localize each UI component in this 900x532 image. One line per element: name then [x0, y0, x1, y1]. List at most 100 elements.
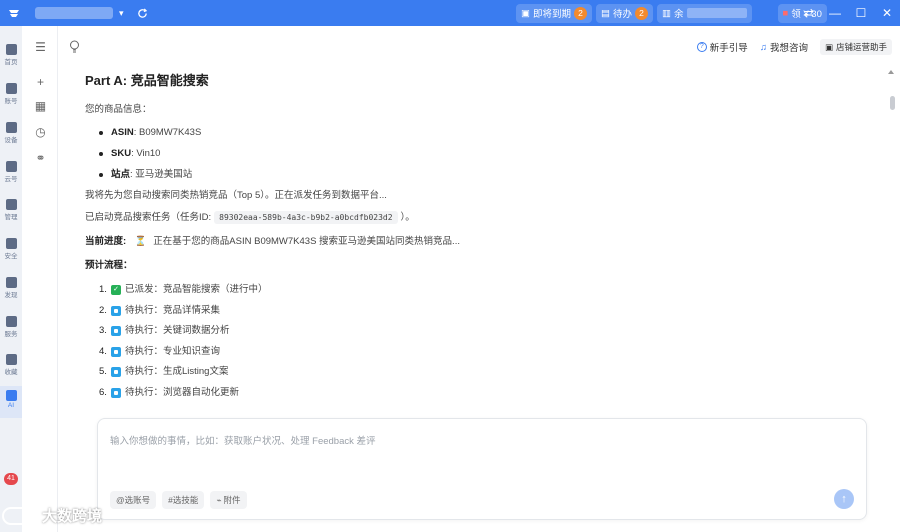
pending-icon — [111, 326, 121, 337]
nav-label: 云号 — [4, 176, 18, 183]
lightbulb-icon[interactable] — [69, 40, 81, 54]
consult-label: 我想咨询 — [769, 43, 808, 54]
minimize-button[interactable]: — — [822, 6, 848, 20]
nav-label: 账号 — [4, 98, 18, 105]
step-number: 5. — [99, 366, 107, 378]
intro-text: 您的商品信息： — [85, 104, 152, 115]
input-chips: @选账号 #选技能 ⌁ 附件 — [110, 491, 247, 509]
expiring-label: 即将到期 — [532, 9, 571, 20]
help-icon: ? — [696, 42, 707, 52]
nav-label: 首页 — [4, 59, 18, 66]
security-icon — [5, 238, 17, 249]
account-icon — [5, 83, 17, 94]
nav-item-cloud[interactable]: 云号 — [0, 161, 22, 183]
collapse-menu-icon[interactable]: ☰ — [34, 40, 47, 54]
balance-blurred — [686, 8, 747, 18]
link-icon[interactable]: ⚭ — [34, 151, 47, 165]
account-name-blurred[interactable] — [35, 7, 113, 19]
pending-icon — [111, 346, 121, 357]
consult-link[interactable]: ♫ 我想咨询 — [759, 40, 808, 55]
step-item: 3. 待执行：关键词数据分析 — [85, 324, 725, 338]
nav-item-favorites[interactable]: 收藏 — [0, 354, 22, 376]
info-value: : B09MW7K43S — [133, 127, 202, 138]
store-assistant-button[interactable]: ▣ 店铺运营助手 — [819, 39, 892, 55]
send-button[interactable]: ↑ — [834, 489, 854, 509]
info-key: 站点 — [111, 169, 131, 180]
nav-item-home[interactable]: 首页 — [0, 44, 22, 66]
nav-label: 服务 — [4, 331, 18, 338]
nav-item-ai[interactable]: AI — [0, 386, 22, 418]
step-item: 5. 待执行：生成Listing文案 — [85, 365, 725, 379]
attachment-chip[interactable]: ⌁ 附件 — [210, 491, 247, 509]
todo-icon: ▤ — [601, 7, 610, 19]
nav-item-account[interactable]: 账号 — [0, 83, 22, 105]
nav-item-discover[interactable]: 发现 — [0, 277, 22, 299]
task-started-line: 已启动竞品搜索任务（任务ID: 89302eaa-589b-4a3c-b9b2-a… — [85, 211, 725, 225]
nav-item-manage[interactable]: 管理 — [0, 199, 22, 221]
nav-item-security[interactable]: 安全 — [0, 238, 22, 260]
product-info-list: ASIN: B09MW7K43S SKU: Vin10 站点: 亚马逊美国站 — [85, 126, 725, 182]
chat-input-placeholder[interactable]: 输入你想做的事情，比如：获取账户状况、处理 Feedback 差评 — [110, 433, 376, 447]
device-icon — [5, 122, 17, 133]
notification-badge[interactable]: 41 — [4, 473, 18, 485]
step-text: 待执行：关键词数据分析 — [125, 325, 230, 337]
store-icon: ▣ — [824, 41, 833, 52]
balance-pill[interactable]: ▥ 余 — [657, 3, 752, 23]
chat-input-box[interactable]: 输入你想做的事情，比如：获取账户状况、处理 Feedback 差评 @选账号 #… — [97, 418, 867, 520]
info-value: : 亚马逊美国站 — [130, 169, 193, 180]
apps-grid-icon[interactable]: ▦ — [34, 99, 47, 113]
nav-label: 管理 — [4, 214, 18, 221]
pending-icon — [111, 367, 121, 378]
expiring-count-badge: 2 — [574, 6, 587, 20]
list-item: ASIN: B09MW7K43S — [85, 126, 725, 140]
step-item: 1. ✓ 已派发：竞品智能搜索（进行中） — [85, 283, 725, 297]
new-chat-icon[interactable]: + — [34, 75, 47, 89]
select-account-chip[interactable]: @选账号 — [110, 491, 157, 509]
account-dropdown-icon[interactable]: ▾ — [119, 8, 124, 19]
discover-icon — [5, 277, 17, 288]
refresh-icon[interactable] — [136, 6, 150, 20]
info-value: : Vin10 — [131, 148, 161, 159]
wallet-icon: ▥ — [662, 7, 671, 19]
check-icon: ✓ — [111, 285, 121, 295]
progress-line: 当前进度: ⏳ 正在基于您的商品ASIN B09MW7K43S 搜索亚马逊美国站… — [85, 235, 725, 249]
tool-column: ☰ + ▦ ◷ ⚭ — [22, 26, 58, 532]
ai-icon — [5, 390, 17, 401]
headset-icon: ♫ — [759, 41, 767, 53]
todo-label: 待办 — [612, 9, 632, 20]
maximize-button[interactable]: ☐ — [848, 6, 874, 20]
nav-item-service[interactable]: 服务 — [0, 316, 22, 338]
header-links: ? 新手引导 ♫ 我想咨询 ▣ 店铺运营助手 — [696, 39, 892, 55]
info-key: SKU — [111, 148, 132, 159]
list-item: 站点: 亚马逊美国站 — [85, 168, 725, 182]
guide-link[interactable]: ? 新手引导 — [696, 40, 748, 54]
list-item: SKU: Vin10 — [85, 147, 725, 161]
expiring-pill[interactable]: ▣ 即将到期 2 — [516, 3, 592, 23]
home-icon — [5, 44, 17, 55]
nav-label: 安全 — [4, 253, 18, 260]
task-suffix: ）。 — [400, 212, 415, 223]
calendar-icon: ▣ — [521, 7, 530, 19]
step-text: 待执行：专业知识查询 — [125, 345, 221, 357]
nav-item-device[interactable]: 设备 — [0, 122, 22, 144]
step-text: 已派发：竞品智能搜索（进行中） — [125, 284, 268, 295]
balance-label: 余 — [673, 9, 684, 20]
nav-label: AI — [7, 402, 15, 409]
brand-watermark: 大数跨境 — [2, 505, 102, 526]
message-content: Part A: 竞品智能搜索 您的商品信息： ASIN: B09MW7K43S … — [85, 70, 725, 407]
switch-icon[interactable]: ⇄ — [796, 6, 822, 20]
window-controls: ⇄ — ☐ ✕ — [796, 0, 900, 26]
cloud-icon — [5, 161, 17, 172]
nav-label: 发现 — [4, 292, 18, 299]
close-button[interactable]: ✕ — [874, 6, 900, 20]
select-skill-chip[interactable]: #选技能 — [162, 491, 205, 509]
arrow-up-icon: ↑ — [841, 493, 847, 505]
todo-pill[interactable]: ▤ 待办 2 — [596, 3, 653, 23]
guide-label: 新手引导 — [709, 43, 748, 54]
step-text: 待执行：浏览器自动化更新 — [125, 386, 240, 398]
scrollbar-thumb[interactable] — [890, 96, 895, 110]
step-item: 4. 待执行：专业知识查询 — [85, 345, 725, 359]
paperclip-icon: ⌁ — [216, 494, 222, 505]
history-clock-icon[interactable]: ◷ — [34, 125, 47, 139]
scroll-up-arrow[interactable] — [888, 70, 894, 74]
